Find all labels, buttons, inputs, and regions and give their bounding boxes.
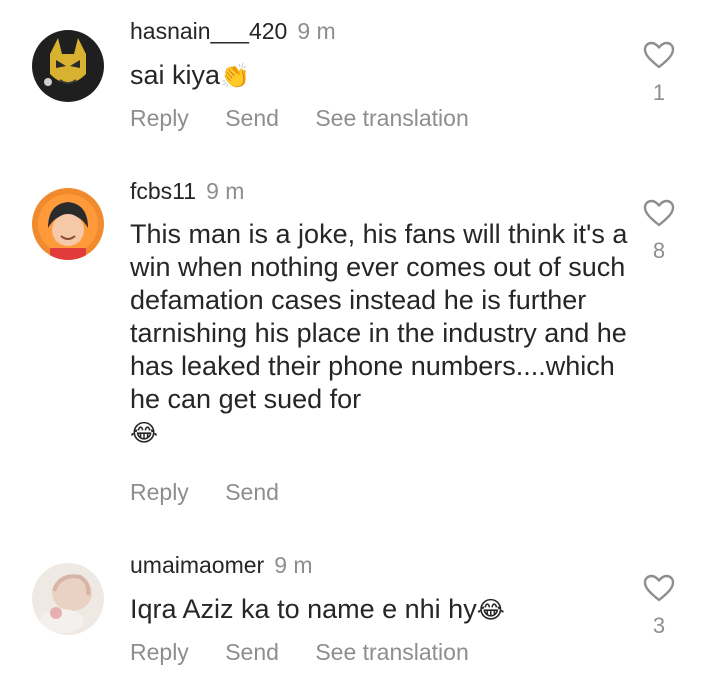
comment-text: This man is a joke, his fans will think … xyxy=(130,218,630,450)
comment-text: Iqra Aziz ka to name e nhi hy😂 xyxy=(130,593,630,627)
like-control: 3 xyxy=(640,573,678,639)
avatar[interactable] xyxy=(32,30,104,102)
timestamp: 9 m xyxy=(206,178,245,204)
username[interactable]: fcbs11 xyxy=(130,178,196,204)
laughing-emoji: 😂 xyxy=(476,596,505,624)
timestamp: 9 m xyxy=(274,552,313,578)
like-count: 1 xyxy=(652,80,666,105)
see-translation-button[interactable]: See translation xyxy=(315,105,468,132)
heart-icon[interactable] xyxy=(642,40,676,70)
comment-actions: Reply Send xyxy=(130,479,309,506)
reply-button[interactable]: Reply xyxy=(130,105,189,132)
reply-button[interactable]: Reply xyxy=(130,639,189,666)
send-button[interactable]: Send xyxy=(225,105,279,132)
like-control: 8 xyxy=(640,198,678,264)
comment-body: This man is a joke, his fans will think … xyxy=(130,219,628,414)
comment-meta: umaimaomer 9 m xyxy=(130,552,313,579)
avatar[interactable] xyxy=(32,563,104,635)
heart-icon[interactable] xyxy=(642,198,676,228)
like-control: 1 xyxy=(640,40,678,106)
avatar[interactable] xyxy=(32,188,104,260)
comment-meta: hasnain___420 9 m xyxy=(130,18,336,45)
username[interactable]: hasnain___420 xyxy=(130,18,287,44)
reply-button[interactable]: Reply xyxy=(130,479,189,506)
like-count: 8 xyxy=(652,238,666,263)
send-button[interactable]: Send xyxy=(225,479,279,506)
timestamp: 9 m xyxy=(297,18,336,44)
like-count: 3 xyxy=(652,613,666,638)
comment-body: sai kiya xyxy=(130,60,221,90)
comment-text: sai kiya👏 xyxy=(130,59,630,93)
clapping-emoji: 👏 xyxy=(220,62,250,90)
comment-actions: Reply Send See translation xyxy=(130,639,499,666)
send-button[interactable]: Send xyxy=(225,639,279,666)
comment-body: Iqra Aziz ka to name e nhi hy xyxy=(130,594,477,624)
see-translation-button[interactable]: See translation xyxy=(315,639,468,666)
comment-actions: Reply Send See translation xyxy=(130,105,499,132)
laughing-emoji: 😂 xyxy=(130,419,159,447)
username[interactable]: umaimaomer xyxy=(130,552,264,578)
heart-icon[interactable] xyxy=(642,573,676,603)
comment-meta: fcbs11 9 m xyxy=(130,178,244,205)
